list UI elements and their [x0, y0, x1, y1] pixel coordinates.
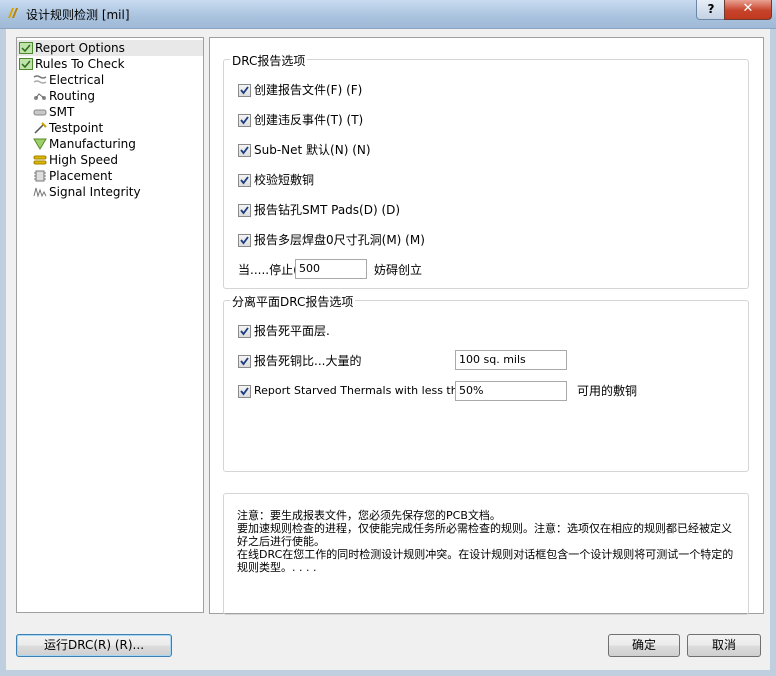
tree-item-report-options[interactable]: Report Options — [17, 40, 203, 56]
placement-icon — [34, 170, 46, 182]
stop-count-input[interactable]: 500 — [295, 259, 367, 279]
help-button[interactable]: ? — [696, 0, 726, 20]
starved-thermal-percent-input[interactable]: 50% — [455, 381, 567, 401]
split-plane-options-group: 分离平面DRC报告选项 报告死平面层. 报告死铜比...大量的 100 sq. … — [223, 293, 749, 472]
split-plane-legend: 分离平面DRC报告选项 — [230, 293, 356, 310]
smt-icon — [33, 109, 47, 116]
close-button[interactable]: ✕ — [724, 0, 772, 20]
note-line-2: 要加速规则检查的进程，仅使能完成任务所必需检查的规则。注意：选项仅在相应的规则都… — [237, 522, 732, 548]
checkbox-box — [238, 234, 251, 247]
signal-integrity-icon — [33, 187, 47, 198]
checkbox-box — [238, 114, 251, 127]
rules-to-check-icon — [19, 58, 33, 70]
checkbox-box — [238, 84, 251, 97]
checkbox-box — [238, 355, 251, 368]
manufacturing-icon — [33, 138, 47, 150]
stop-when-label: 当.....停止(I — [238, 263, 302, 277]
check-mark-icon — [240, 357, 249, 366]
drc-app-icon — [8, 8, 18, 18]
stop-suffix-label: 妨碍创立 — [374, 263, 423, 277]
checkbox-box — [238, 325, 251, 338]
check-mark-icon — [240, 327, 249, 336]
rules-tree[interactable]: Report Options Rules To Check Electrical… — [16, 37, 204, 613]
report-options-icon — [19, 42, 33, 54]
note-line-1: 注意：要生成报表文件，您必须先保存您的PCB文档。 — [237, 509, 501, 522]
checkbox-box — [238, 204, 251, 217]
high-speed-icon — [33, 155, 47, 165]
checkbox-box — [238, 385, 251, 398]
run-drc-button[interactable]: 运行DRC(R) (R)... — [16, 634, 172, 657]
check-mark-icon — [240, 206, 249, 215]
window-title: 设计规则检测 [mil] — [26, 8, 130, 22]
note-line-3: 在线DRC在您工作的同时检测设计规则冲突。在设计规则对话框包含一个设计规则将可测… — [237, 548, 734, 574]
testpoint-icon — [34, 122, 47, 134]
electrical-icon — [33, 75, 47, 84]
check-mark-icon — [240, 86, 249, 95]
checkbox-box — [238, 144, 251, 157]
drc-report-options-group: DRC报告选项 创建报告文件(F) (F) 创建违反事件(T) (T) Sub-… — [223, 52, 749, 289]
drc-options-legend: DRC报告选项 — [230, 52, 308, 69]
ok-button[interactable]: 确定 — [608, 634, 680, 657]
check-mark-icon — [240, 146, 249, 155]
info-note: 注意：要生成报表文件，您必须先保存您的PCB文档。 要加速规则检查的进程，仅使能… — [223, 493, 749, 615]
options-panel: DRC报告选项 创建报告文件(F) (F) 创建违反事件(T) (T) Sub-… — [209, 37, 764, 615]
title-bar: 设计规则检测 [mil] ? ✕ — [0, 0, 776, 29]
available-copper-label: 可用的敷铜 — [577, 384, 638, 398]
cancel-button[interactable]: 取消 — [687, 634, 761, 657]
dead-copper-area-input[interactable]: 100 sq. mils — [455, 350, 567, 370]
check-mark-icon — [240, 116, 249, 125]
dialog-client: Report Options Rules To Check Electrical… — [6, 29, 770, 670]
check-mark-icon — [240, 176, 249, 185]
checkbox-box — [238, 174, 251, 187]
check-mark-icon — [240, 236, 249, 245]
routing-icon — [34, 93, 46, 100]
check-mark-icon — [240, 387, 249, 396]
